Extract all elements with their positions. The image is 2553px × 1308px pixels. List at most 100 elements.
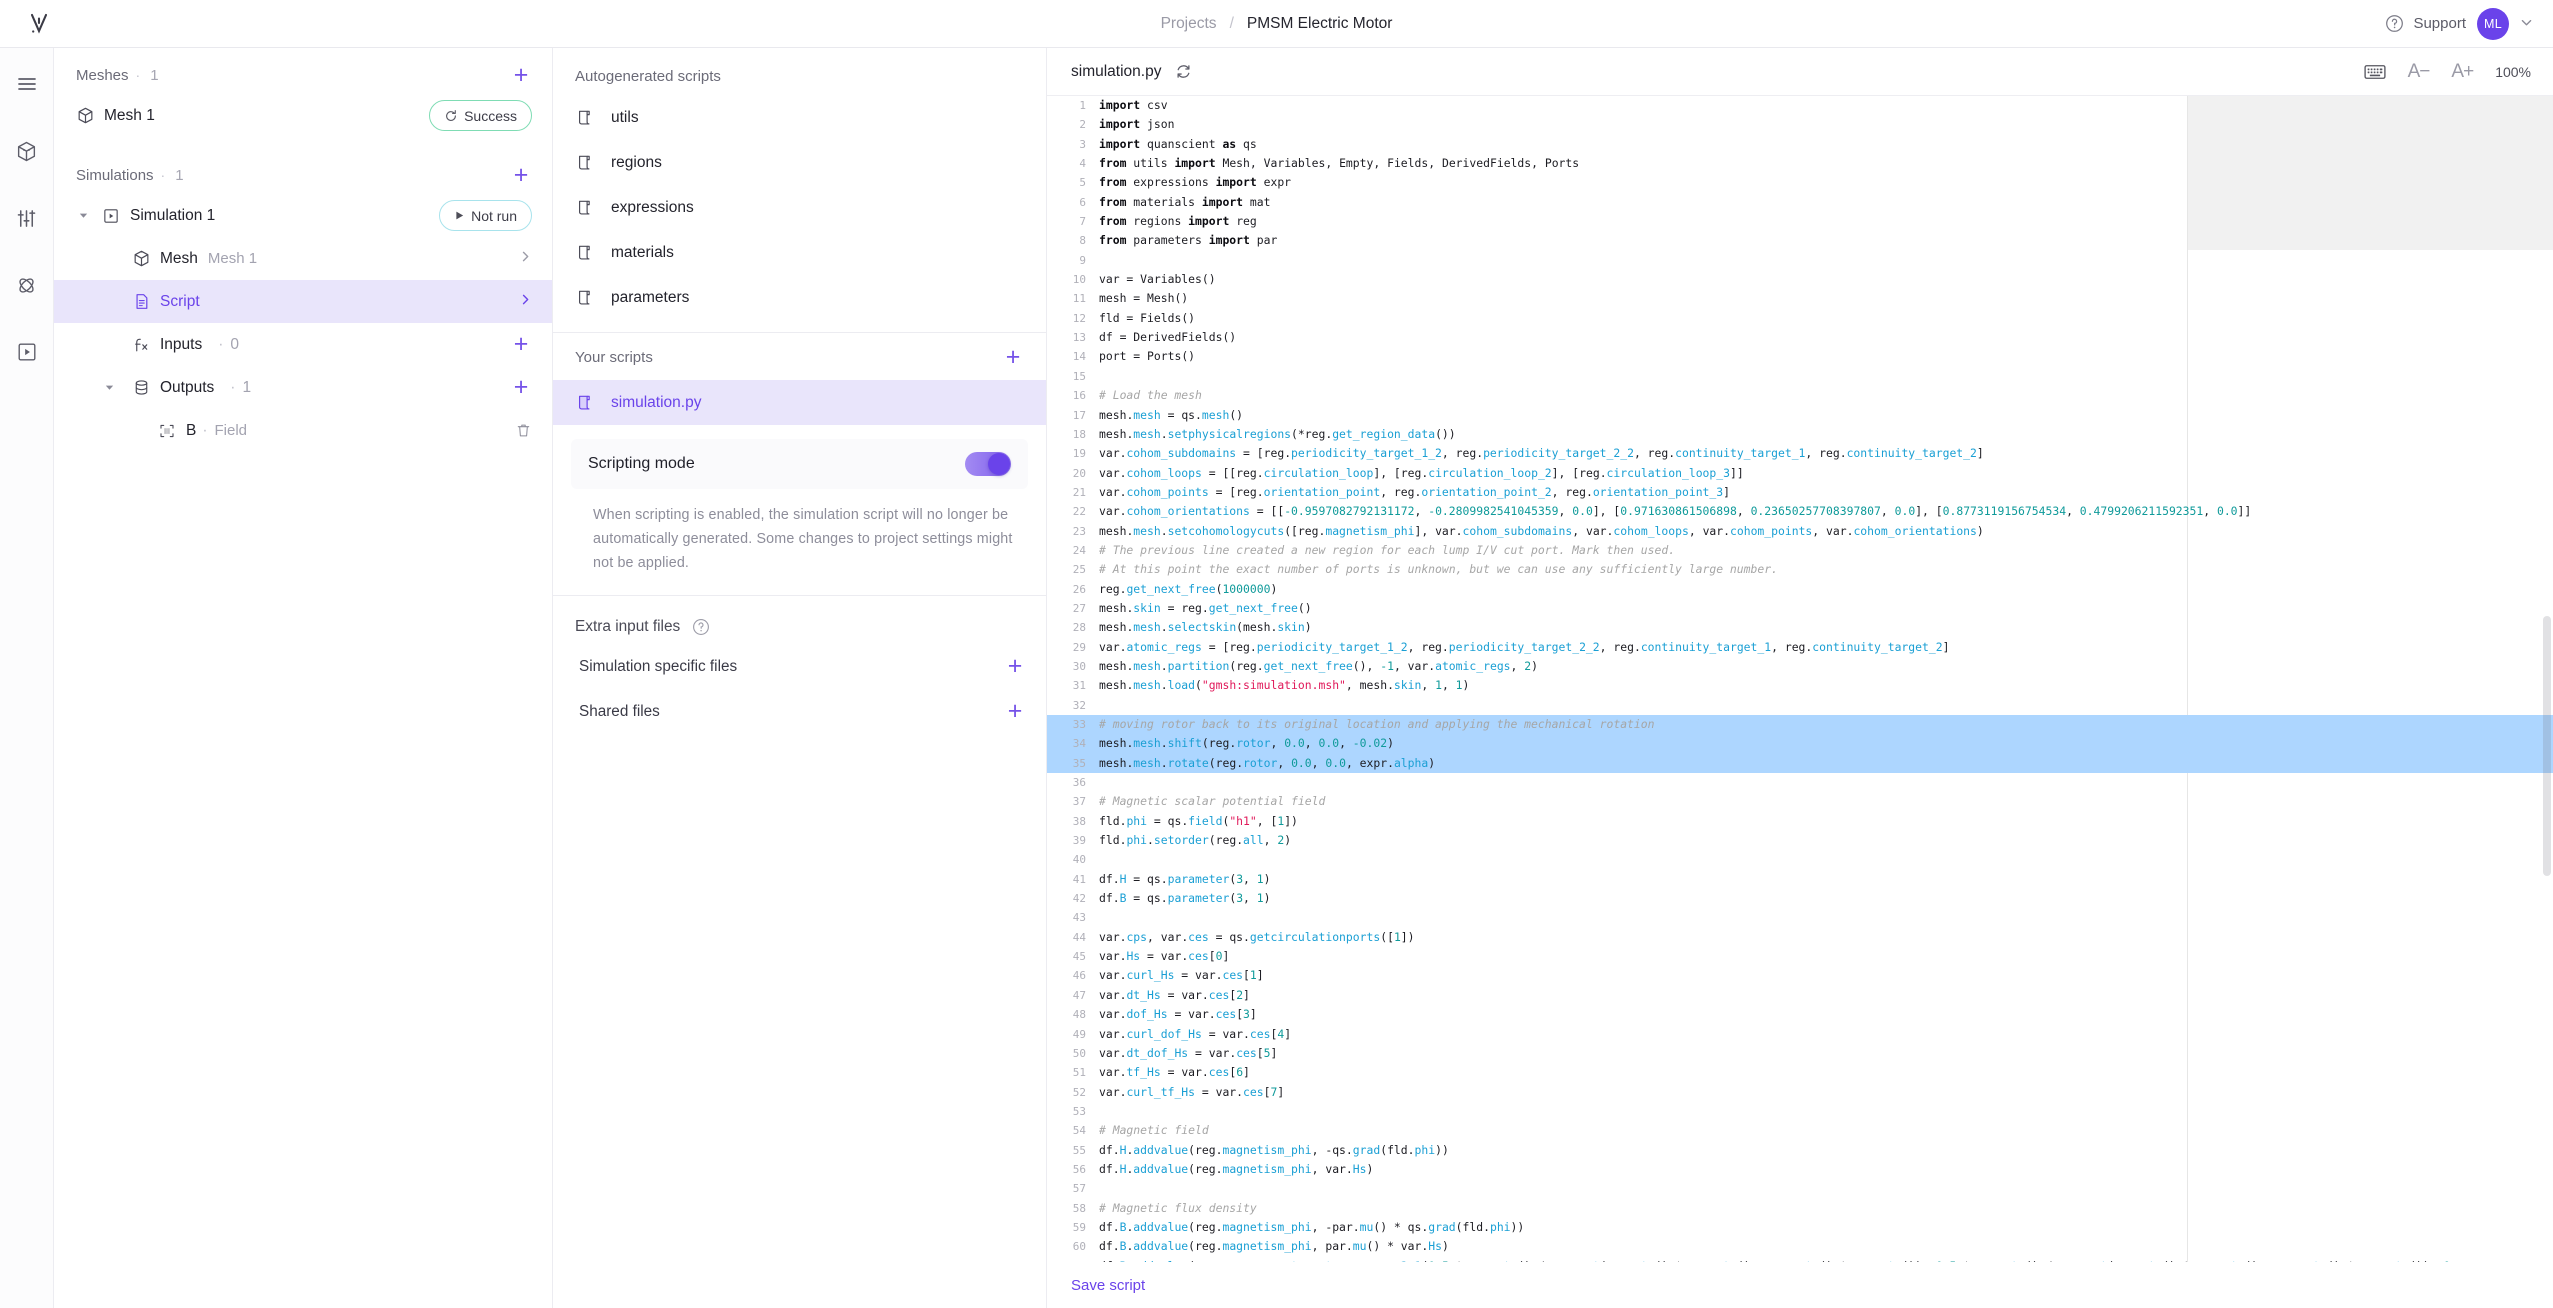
save-script-button[interactable]: Save script [1071, 1277, 1145, 1294]
code-line[interactable]: 19 var.cohom_subdomains = [reg.periodicit… [1047, 444, 2553, 463]
code-line[interactable]: 43 [1047, 908, 2553, 927]
tree-item-inputs[interactable]: Inputs · 0 + [54, 323, 552, 366]
line-text[interactable]: fld.phi = qs.field("h1", [1]) [1099, 812, 2553, 831]
atom-physics-icon[interactable] [10, 268, 44, 302]
code-line[interactable]: 21 var.cohom_points = [reg.orientation_po… [1047, 483, 2553, 502]
add-simulation-specific-file-button[interactable]: + [1004, 654, 1026, 679]
code-line[interactable]: 27 mesh.skin = reg.get_next_free() [1047, 599, 2553, 618]
line-text[interactable]: mesh = Mesh() [1099, 289, 2553, 308]
line-text[interactable]: df.H.addvalue(reg.magnetism_phi, var.Hs) [1099, 1160, 2553, 1179]
breadcrumb-projects-link[interactable]: Projects [1161, 15, 1217, 33]
app-logo[interactable] [0, 11, 78, 37]
code-line[interactable]: 51 var.tf_Hs = var.ces[6] [1047, 1063, 2553, 1082]
code-line[interactable]: 37 # Magnetic scalar potential field [1047, 792, 2553, 811]
add-output-button[interactable]: + [510, 375, 532, 400]
code-line[interactable]: 20 var.cohom_loops = [[reg.circulation_lo… [1047, 464, 2553, 483]
line-text[interactable]: df.B.addvalue(reg.magnetism_phi, -par.mu… [1099, 1218, 2553, 1237]
code-line[interactable]: 17 mesh.mesh = qs.mesh() [1047, 406, 2553, 425]
add-script-button[interactable]: + [1002, 345, 1024, 370]
line-text[interactable]: var.tf_Hs = var.ces[6] [1099, 1063, 2553, 1082]
code-line[interactable]: 44 var.cps, var.ces = qs.getcirculationpo… [1047, 928, 2553, 947]
code-line[interactable]: 55 df.H.addvalue(reg.magnetism_phi, -qs.g… [1047, 1141, 2553, 1160]
line-text[interactable]: df.B = qs.parameter(3, 1) [1099, 889, 2553, 908]
code-line[interactable]: 61df.B.addvalue(reg.remanence_target, qs… [1047, 1257, 2553, 1262]
decrease-font-button[interactable]: A− [2408, 61, 2431, 83]
line-text[interactable]: mesh.mesh.shift(reg.rotor, 0.0, 0.0, -0.… [1099, 734, 2553, 753]
line-text[interactable]: var.cohom_subdomains = [reg.periodicity_… [1099, 444, 2553, 463]
code-line[interactable]: 36 [1047, 773, 2553, 792]
line-text[interactable]: var.cohom_points = [reg.orientation_poin… [1099, 483, 2553, 502]
hamburger-menu-icon[interactable] [10, 67, 44, 101]
line-text[interactable]: var.curl_tf_Hs = var.ces[7] [1099, 1083, 2553, 1102]
add-shared-file-button[interactable]: + [1004, 699, 1026, 724]
line-text[interactable] [1099, 1102, 2553, 1121]
line-text[interactable]: mesh.mesh.selectskin(mesh.skin) [1099, 618, 2553, 637]
code-line[interactable]: 7 from regions import reg [1047, 212, 2553, 231]
code-line[interactable]: 57 [1047, 1179, 2553, 1198]
avatar[interactable]: ML [2477, 7, 2509, 40]
line-text[interactable]: var.dt_Hs = var.ces[2] [1099, 986, 2553, 1005]
code-line[interactable]: 50 var.dt_dof_Hs = var.ces[5] [1047, 1044, 2553, 1063]
script-item-parameters[interactable]: parameters [553, 275, 1046, 320]
scripting-mode-toggle[interactable] [965, 452, 1011, 476]
code-line[interactable]: 38 fld.phi = qs.field("h1", [1]) [1047, 812, 2553, 831]
line-text[interactable]: # Magnetic flux density [1099, 1199, 2553, 1218]
editor-scrollbar[interactable] [2543, 616, 2551, 876]
question-circle-icon[interactable] [692, 618, 710, 636]
code-line[interactable]: 24 # The previous line created a new regi… [1047, 541, 2553, 560]
line-text[interactable]: port = Ports() [1099, 347, 2553, 366]
caret-down-icon[interactable] [76, 209, 90, 223]
line-text[interactable]: var.atomic_regs = [reg.periodicity_targe… [1099, 638, 2553, 657]
code-line[interactable]: 9 [1047, 251, 2553, 270]
code-line[interactable]: 42 df.B = qs.parameter(3, 1) [1047, 889, 2553, 908]
line-text[interactable]: mesh.mesh.setphysicalregions(*reg.get_re… [1099, 425, 2553, 444]
script-item-expressions[interactable]: expressions [553, 185, 1046, 230]
tree-item-outputs[interactable]: Outputs · 1 + [54, 366, 552, 409]
tree-item-simulation-1[interactable]: Simulation 1 Not run [54, 194, 552, 237]
code-line[interactable]: 49 var.curl_dof_Hs = var.ces[4] [1047, 1025, 2553, 1044]
line-text[interactable]: var.dof_Hs = var.ces[3] [1099, 1005, 2553, 1024]
chevron-right-icon[interactable] [519, 250, 532, 267]
line-text[interactable]: from parameters import par [1099, 231, 2553, 250]
code-line[interactable]: 2 import json [1047, 115, 2553, 134]
add-input-button[interactable]: + [510, 332, 532, 357]
line-text[interactable]: from regions import reg [1099, 212, 2553, 231]
code-line[interactable]: 48 var.dof_Hs = var.ces[3] [1047, 1005, 2553, 1024]
code-content[interactable]: 1 import csv 2 import json 3 import quanscien… [1047, 96, 2553, 1262]
line-text[interactable]: var.cohom_loops = [[reg.circulation_loop… [1099, 464, 2553, 483]
code-line[interactable]: 52 var.curl_tf_Hs = var.ces[7] [1047, 1083, 2553, 1102]
line-text[interactable]: df.H = qs.parameter(3, 1) [1099, 870, 2553, 889]
code-line[interactable]: 1 import csv [1047, 96, 2553, 115]
status-badge-success[interactable]: Success [429, 100, 532, 131]
code-line[interactable]: 54 # Magnetic field [1047, 1121, 2553, 1140]
code-line[interactable]: 14 port = Ports() [1047, 347, 2553, 366]
tree-item-output-b[interactable]: B · Field [54, 409, 552, 452]
line-text[interactable]: var.curl_dof_Hs = var.ces[4] [1099, 1025, 2553, 1044]
line-text[interactable] [1099, 908, 2553, 927]
line-text[interactable]: var.Hs = var.ces[0] [1099, 947, 2553, 966]
code-line[interactable]: 5 from expressions import expr [1047, 173, 2553, 192]
line-text[interactable] [1099, 1179, 2553, 1198]
support-button[interactable]: Support [2385, 14, 2466, 33]
code-line[interactable]: 53 [1047, 1102, 2553, 1121]
line-text[interactable]: mesh.mesh.setcohomologycuts([reg.magneti… [1099, 522, 2553, 541]
line-text[interactable]: var.cps, var.ces = qs.getcirculationport… [1099, 928, 2553, 947]
line-text[interactable] [1099, 773, 2553, 792]
code-line[interactable]: 23 mesh.mesh.setcohomologycuts([reg.magne… [1047, 522, 2553, 541]
line-text[interactable]: import csv [1099, 96, 2553, 115]
add-simulation-button[interactable]: + [510, 162, 532, 188]
add-mesh-button[interactable]: + [510, 62, 532, 88]
line-text[interactable]: fld.phi.setorder(reg.all, 2) [1099, 831, 2553, 850]
increase-font-button[interactable]: A+ [2451, 61, 2474, 83]
code-scroll-area[interactable]: 1 import csv 2 import json 3 import quanscien… [1047, 96, 2553, 1262]
code-line[interactable]: 3 import quanscient as qs [1047, 135, 2553, 154]
line-text[interactable] [1099, 850, 2553, 869]
refresh-icon[interactable] [1175, 63, 1192, 80]
code-line[interactable]: 13 df = DerivedFields() [1047, 328, 2553, 347]
code-line[interactable]: 40 [1047, 850, 2553, 869]
tree-item-script[interactable]: Script [54, 280, 552, 323]
sliders-settings-icon[interactable] [10, 201, 44, 235]
line-text[interactable] [1099, 367, 2553, 386]
line-text[interactable] [1099, 251, 2553, 270]
line-text[interactable]: mesh.mesh.load("gmsh:simulation.msh", me… [1099, 676, 2553, 695]
